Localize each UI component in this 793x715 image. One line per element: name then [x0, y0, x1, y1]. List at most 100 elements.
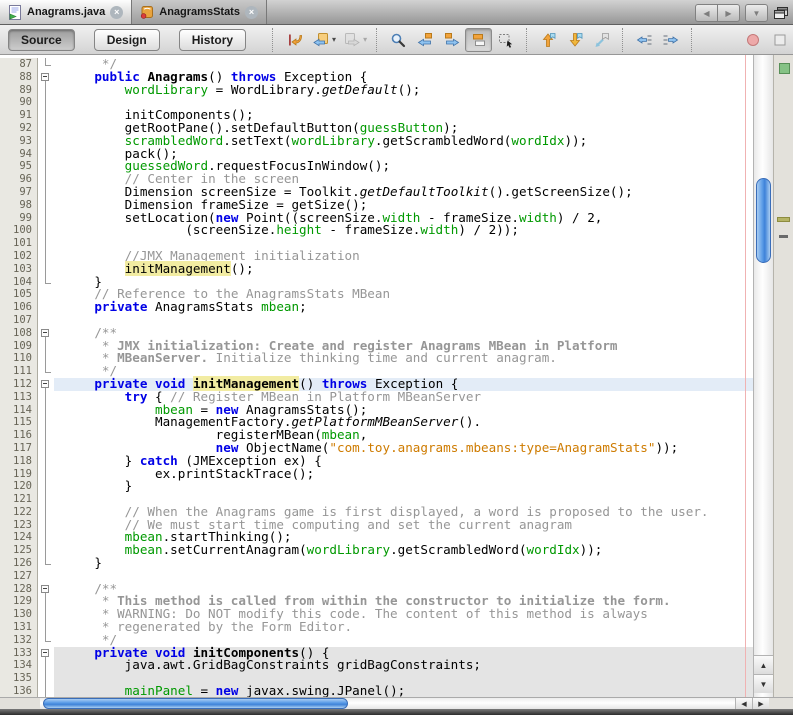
editor-tab-anagramsstats[interactable]: AnagramsStats×	[132, 0, 267, 24]
view-button-source[interactable]: Source	[8, 29, 75, 51]
fold-collapse-icon[interactable]	[41, 380, 49, 388]
line-number: 117	[0, 442, 38, 455]
warning-mark[interactable]	[777, 217, 790, 222]
fold-margin	[38, 455, 54, 468]
line-number: 92	[0, 122, 38, 135]
toolbar-separator	[622, 28, 623, 52]
fold-margin	[38, 224, 54, 237]
line-number: 107	[0, 314, 38, 327]
code-text[interactable]: }	[54, 480, 753, 493]
macro-stop-icon[interactable]	[766, 28, 793, 52]
macro-record-icon[interactable]	[739, 28, 766, 52]
navigate-back-icon[interactable]	[307, 28, 334, 52]
fold-collapse-icon[interactable]	[41, 585, 49, 593]
fold-collapse-icon[interactable]	[41, 649, 49, 657]
source-editor[interactable]: 87 */88 public Anagrams() throws Excepti…	[0, 55, 793, 697]
tab-close-icon[interactable]: ×	[110, 6, 123, 19]
scroll-tabs-right-icon[interactable]: ▶	[717, 4, 740, 22]
code-text[interactable]: private AnagramsStats mbean;	[54, 301, 753, 314]
code-text[interactable]: * MBeanServer. Initialize thinking time …	[54, 352, 753, 365]
toggle-highlight-icon[interactable]	[465, 28, 492, 52]
fold-margin	[38, 96, 54, 109]
line-number: 100	[0, 224, 38, 237]
vertical-scrollbar[interactable]: ▲ ▼	[753, 55, 773, 697]
fold-margin	[38, 391, 54, 404]
fold-margin[interactable]	[38, 647, 54, 660]
line-number: 109	[0, 340, 38, 353]
horizontal-scrollbar[interactable]: ◀ ▶	[0, 697, 793, 709]
fold-margin	[38, 493, 54, 506]
line-number: 136	[0, 685, 38, 697]
horizontal-scrollbar-thumb[interactable]	[43, 698, 348, 709]
error-stripe[interactable]	[773, 55, 793, 697]
next-bookmark-icon[interactable]	[561, 28, 588, 52]
fold-margin[interactable]	[38, 378, 54, 391]
fold-margin	[38, 621, 54, 634]
code-text[interactable]: mbean.setCurrentAnagram(wordLibrary.getS…	[54, 544, 753, 557]
fold-margin	[38, 160, 54, 173]
editor-tab-anagrams-java[interactable]: Anagrams.java×	[0, 0, 132, 24]
shift-line-left-icon[interactable]	[630, 28, 657, 52]
fold-margin	[38, 608, 54, 621]
toggle-bookmark-icon[interactable]	[588, 28, 615, 52]
scroll-down-icon[interactable]: ▼	[754, 674, 773, 693]
line-number: 88	[0, 71, 38, 84]
line-number: 94	[0, 148, 38, 161]
fold-margin	[38, 212, 54, 225]
line-number: 108	[0, 327, 38, 340]
caret-mark[interactable]	[779, 235, 788, 238]
fold-margin[interactable]	[38, 327, 54, 340]
code-line: 136 mainPanel = new javax.swing.JPanel()…	[0, 685, 753, 697]
fold-collapse-icon[interactable]	[41, 329, 49, 337]
scroll-left-icon[interactable]: ◀	[735, 698, 752, 709]
navigate-forward-icon[interactable]	[338, 28, 365, 52]
code-text[interactable]: * regenerated by the Form Editor.	[54, 621, 753, 634]
code-text[interactable]	[54, 314, 753, 327]
find-previous-icon[interactable]	[411, 28, 438, 52]
fold-collapse-icon[interactable]	[41, 73, 49, 81]
shift-line-right-icon[interactable]	[657, 28, 684, 52]
line-number: 132	[0, 634, 38, 647]
line-number: 134	[0, 659, 38, 672]
rectangular-selection-icon[interactable]	[492, 28, 519, 52]
fold-margin	[38, 365, 54, 378]
fold-margin	[38, 531, 54, 544]
scroll-up-icon[interactable]: ▲	[754, 655, 773, 674]
code-text[interactable]: wordLibrary = WordLibrary.getDefault();	[54, 84, 753, 97]
navigate-back-dropdown-icon[interactable]: ▾	[332, 35, 336, 44]
line-number: 87	[0, 58, 38, 71]
scroll-tabs-left-icon[interactable]: ◀	[695, 4, 717, 22]
code-text[interactable]: mainPanel = new javax.swing.JPanel();	[54, 685, 753, 697]
scroll-right-icon[interactable]: ▶	[752, 698, 769, 709]
tab-close-icon[interactable]: ×	[245, 6, 258, 19]
fold-margin[interactable]	[38, 71, 54, 84]
jump-last-edit-icon[interactable]	[280, 28, 307, 52]
code-text[interactable]: ex.printStackTrace();	[54, 468, 753, 481]
line-number: 118	[0, 455, 38, 468]
code-line: 134 java.awt.GridBagConstraints gridBagC…	[0, 659, 753, 672]
code-text[interactable]: initManagement();	[54, 263, 753, 276]
code-text[interactable]: java.awt.GridBagConstraints gridBagConst…	[54, 659, 753, 672]
line-number: 130	[0, 608, 38, 621]
line-number: 89	[0, 84, 38, 97]
code-line: 120 }	[0, 480, 753, 493]
find-next-icon[interactable]	[438, 28, 465, 52]
line-number: 113	[0, 391, 38, 404]
code-text[interactable]	[54, 570, 753, 583]
fold-margin	[38, 352, 54, 365]
code-text[interactable]: (screenSize.height - frameSize.width) / …	[54, 224, 753, 237]
line-number: 116	[0, 429, 38, 442]
view-button-design[interactable]: Design	[94, 29, 160, 51]
code-line: 89 wordLibrary = WordLibrary.getDefault(…	[0, 84, 753, 97]
code-text[interactable]: }	[54, 557, 753, 570]
find-icon[interactable]	[384, 28, 411, 52]
fold-margin[interactable]	[38, 583, 54, 596]
fold-margin	[38, 250, 54, 263]
view-button-history[interactable]: History	[179, 29, 246, 51]
tab-list-dropdown-icon[interactable]: ▼	[745, 4, 768, 22]
line-number: 124	[0, 531, 38, 544]
vertical-scrollbar-thumb[interactable]	[756, 178, 771, 263]
maximize-window-icon[interactable]	[773, 5, 789, 21]
previous-bookmark-icon[interactable]	[534, 28, 561, 52]
line-number: 121	[0, 493, 38, 506]
